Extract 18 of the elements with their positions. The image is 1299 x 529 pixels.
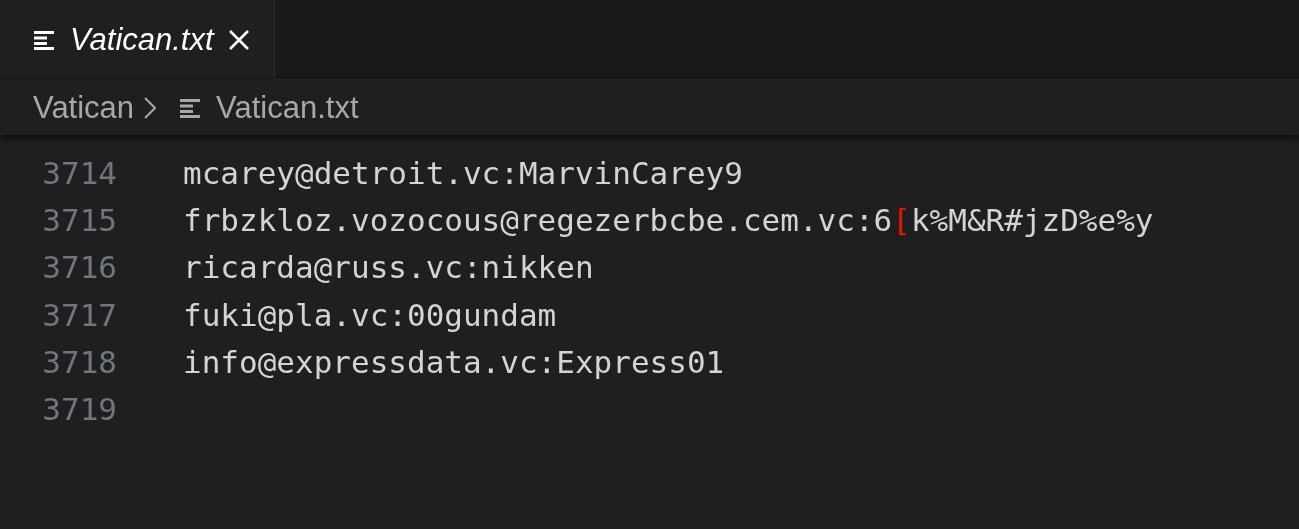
text-file-icon [34,29,56,50]
chevron-right-icon [144,96,157,119]
code-line: info@expressdata.vc:Express01 [183,343,725,380]
code-line: fuki@pla.vc:00gundam [183,296,557,333]
line-number: 3715 [41,201,117,238]
line-number: 3719 [41,391,117,428]
code-line: ricarda@russ.vc:nikken [183,249,594,286]
line-number: 3718 [41,343,117,380]
line-number: 3714 [41,154,117,191]
code-line: mcarey@detroit.vc:MarvinCarey9 [183,154,743,191]
editor-tab[interactable]: Vatican.txt [0,0,275,80]
line-number: 3717 [41,296,117,333]
close-icon[interactable] [227,28,250,51]
line-number: 3716 [41,249,117,286]
breadcrumb-item[interactable]: Vatican [33,89,135,126]
code-line: frbzkloz.vozocous@regezerbcbe.cem.vc:6[k%M&R#jzD%e%y [183,201,1154,238]
text-file-icon [180,97,203,118]
breadcrumb-item[interactable]: Vatican.txt [180,89,359,126]
